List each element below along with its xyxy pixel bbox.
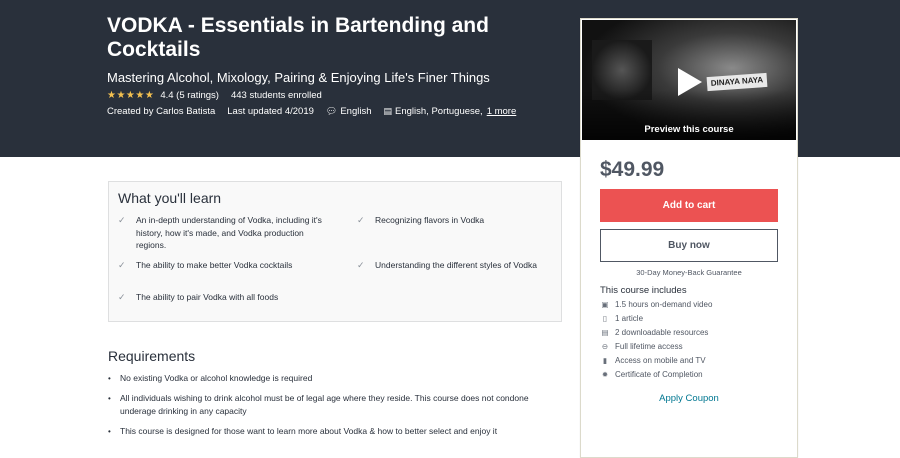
list-item: • All individuals wishing to drink alcoho… <box>108 393 529 416</box>
list-item: ▣ 1.5 hours on-demand video <box>600 298 712 312</box>
video-icon: ▣ <box>601 300 609 309</box>
list-item: ✹ Certificate of Completion <box>600 368 712 382</box>
speech-bubble-icon: 💬︎ <box>325 106 338 116</box>
more-languages-link[interactable]: 1 more <box>487 106 517 117</box>
mobile-icon: ▮ <box>602 356 608 365</box>
list-item: • No existing Vodka or alcohol knowledge … <box>108 373 313 383</box>
add-to-cart-button[interactable]: Add to cart <box>600 189 778 222</box>
preview-label[interactable]: Preview this course <box>582 124 796 135</box>
instructor-credit[interactable]: Created by Carlos Batista <box>107 106 215 117</box>
check-icon: ✓ <box>118 260 126 270</box>
check-icon: ✓ <box>357 215 365 225</box>
infinity-icon: ⊖ <box>601 342 609 351</box>
captions-icon: ▤ <box>383 106 393 116</box>
bullet-icon: • <box>108 427 111 436</box>
bullet-icon: • <box>108 374 111 383</box>
course-language: English <box>340 106 372 117</box>
file-icon: ▯ <box>602 314 608 323</box>
course-title: VODKA - Essentials in Bartending and Coc… <box>107 14 489 61</box>
includes-title: This course includes <box>600 285 687 296</box>
check-icon: ✓ <box>118 292 126 302</box>
what-you-learn-box: What you'll learn ✓ An in-depth understa… <box>108 181 562 322</box>
check-icon: ✓ <box>118 215 126 225</box>
rating-row: ★★★★★ 4.4 (5 ratings) 443 students enrol… <box>107 90 322 101</box>
captions-languages: English, Portuguese, <box>395 106 483 117</box>
star-rating-icon: ★★★★★ <box>107 90 155 101</box>
last-updated: Last updated 4/2019 <box>227 106 314 117</box>
learn-item: ✓ An in-depth understanding of Vodka, in… <box>118 215 322 250</box>
learn-item: ✓ Understanding the different styles of … <box>357 260 537 270</box>
play-icon[interactable] <box>670 64 706 100</box>
list-item: ▤ 2 downloadable resources <box>600 326 712 340</box>
apply-coupon-link[interactable]: Apply Coupon <box>581 393 797 404</box>
course-price: $49.99 <box>600 158 665 181</box>
list-item: • This course is designed for those want … <box>108 426 498 436</box>
list-item: ⊖ Full lifetime access <box>600 340 712 354</box>
learn-item: ✓ The ability to pair Vodka with all foo… <box>118 292 279 302</box>
buy-now-button[interactable]: Buy now <box>600 229 778 262</box>
course-meta: Created by Carlos Batista Last updated 4… <box>107 106 516 117</box>
rating-value[interactable]: 4.4 (5 ratings) <box>160 90 219 101</box>
requirements-list: • No existing Vodka or alcohol knowledge … <box>108 372 558 445</box>
learn-title: What you'll learn <box>118 190 222 206</box>
enrolled-count: 443 students enrolled <box>230 90 322 101</box>
purchase-card: DINAYA NAYA Preview this course $49.99 A… <box>580 18 798 458</box>
money-back-guarantee: 30-Day Money-Back Guarantee <box>636 268 742 277</box>
check-icon: ✓ <box>357 260 365 270</box>
learn-item: ✓ Recognizing flavors in Vodka <box>357 215 485 225</box>
list-item: ▮ Access on mobile and TV <box>600 354 712 368</box>
list-item: ▯ 1 article <box>600 312 712 326</box>
learn-item: ✓ The ability to make better Vodka cockt… <box>118 260 293 270</box>
bullet-icon: • <box>108 394 111 403</box>
download-icon: ▤ <box>601 328 609 337</box>
course-subtitle: Mastering Alcohol, Mixology, Pairing & E… <box>107 70 490 85</box>
requirements-title: Requirements <box>108 348 196 364</box>
certificate-icon: ✹ <box>601 370 609 379</box>
includes-list: ▣ 1.5 hours on-demand video ▯ 1 article ▤ 2… <box>600 298 712 382</box>
course-preview-video[interactable]: DINAYA NAYA Preview this course <box>582 20 796 140</box>
